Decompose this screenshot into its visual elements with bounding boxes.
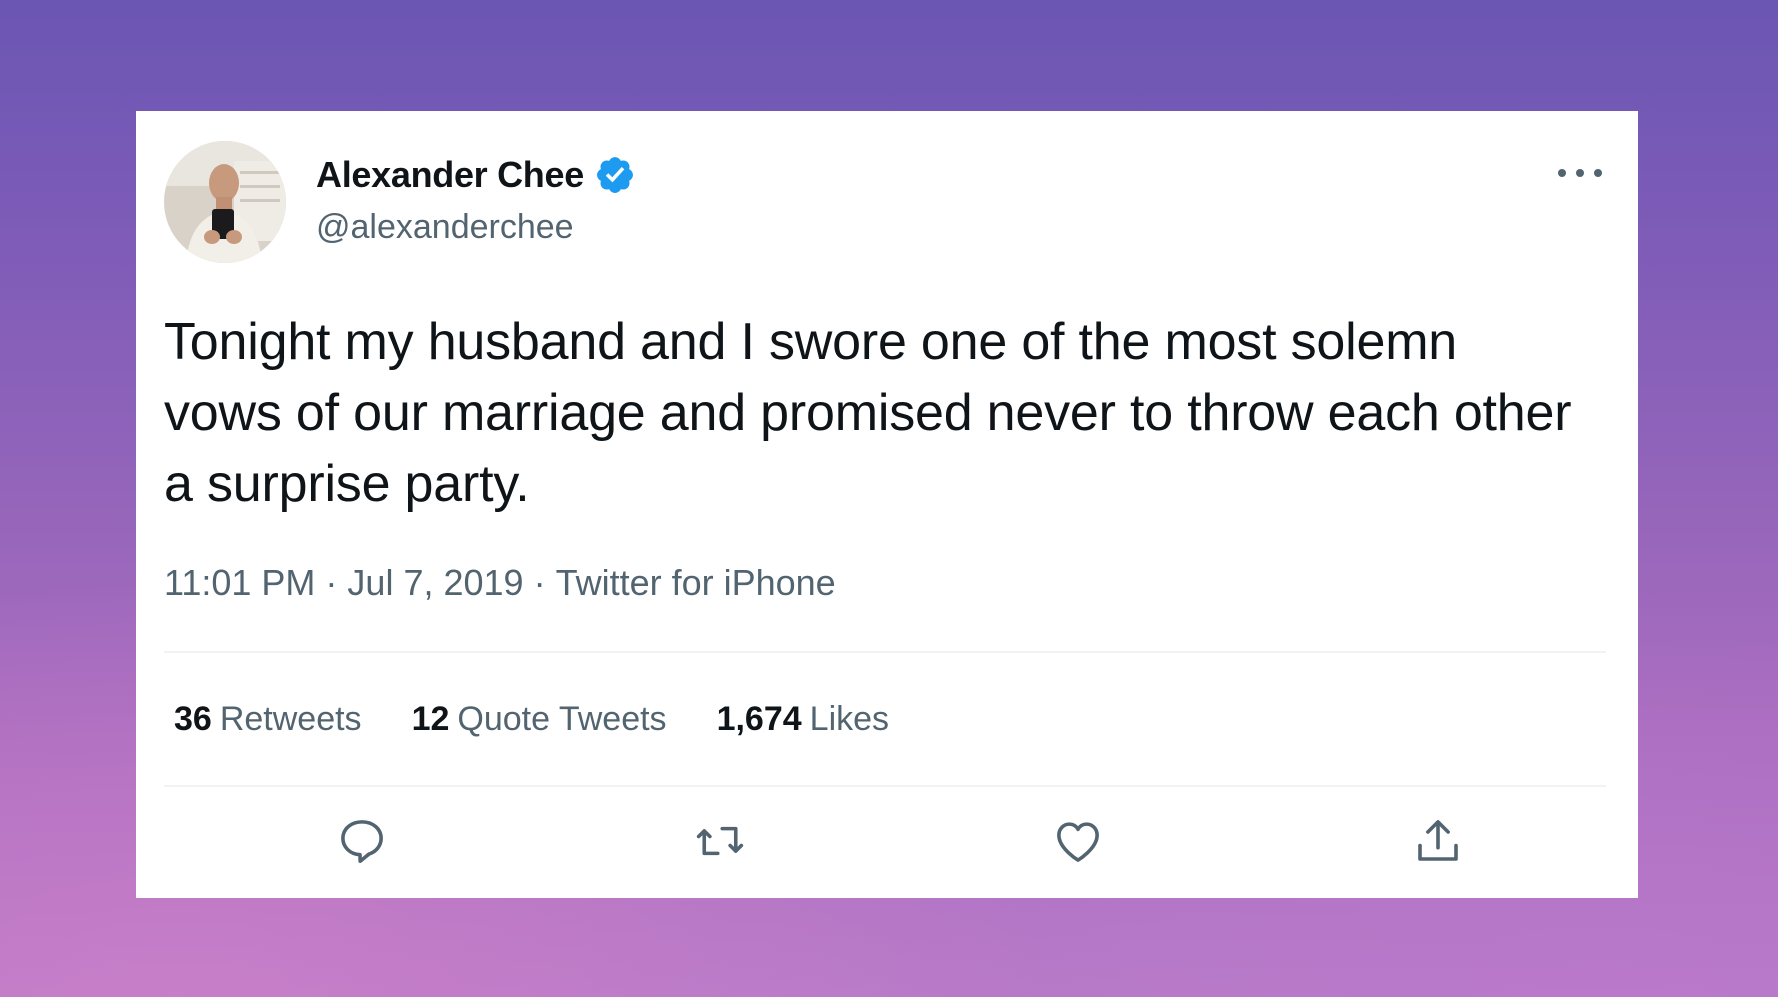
tweet-time[interactable]: 11:01 PM [164,562,315,603]
tweet-actions [136,811,1638,881]
retweets-label: Retweets [219,700,362,738]
author-handle[interactable]: @alexanderchee [316,205,574,249]
tweet-text: Tonight my husband and I swore one of th… [164,313,1572,513]
divider [164,651,1606,653]
meta-separator: · [533,562,546,603]
author-display-name[interactable]: Alexander Chee [316,153,584,197]
tweet-stats: 36 Retweets 12 Quote Tweets 1,674 Likes [174,697,939,741]
tweet-source[interactable]: Twitter for iPhone [556,562,836,603]
quote-tweets-stat[interactable]: 12 Quote Tweets [412,697,667,741]
quote-tweets-label: Quote Tweets [457,700,667,738]
tweet-card: Alexander Chee @alexanderchee Tonight my… [136,111,1638,898]
verified-badge-icon [594,154,636,196]
divider [164,785,1606,787]
likes-count: 1,674 [716,700,802,738]
retweet-button[interactable] [690,811,750,871]
quote-tweets-count: 12 [411,700,450,738]
likes-stat[interactable]: 1,674 Likes [717,697,889,741]
more-options-icon[interactable] [1558,161,1602,185]
share-button[interactable] [1408,811,1468,871]
tweet-meta: 11:01 PM · Jul 7, 2019 · Twitter for iPhone [164,561,836,605]
share-icon [1418,820,1458,861]
avatar[interactable] [164,141,286,263]
retweets-count: 36 [174,700,212,738]
retweets-stat[interactable]: 36 Retweets [174,697,362,741]
tweet-date[interactable]: Jul 7, 2019 [347,562,523,603]
reply-button[interactable] [332,811,392,871]
likes-label: Likes [809,700,890,738]
like-button[interactable] [1048,811,1108,871]
retweet-icon [696,826,744,856]
meta-separator: · [325,562,338,603]
like-icon [1057,822,1099,862]
reply-icon [341,820,383,864]
